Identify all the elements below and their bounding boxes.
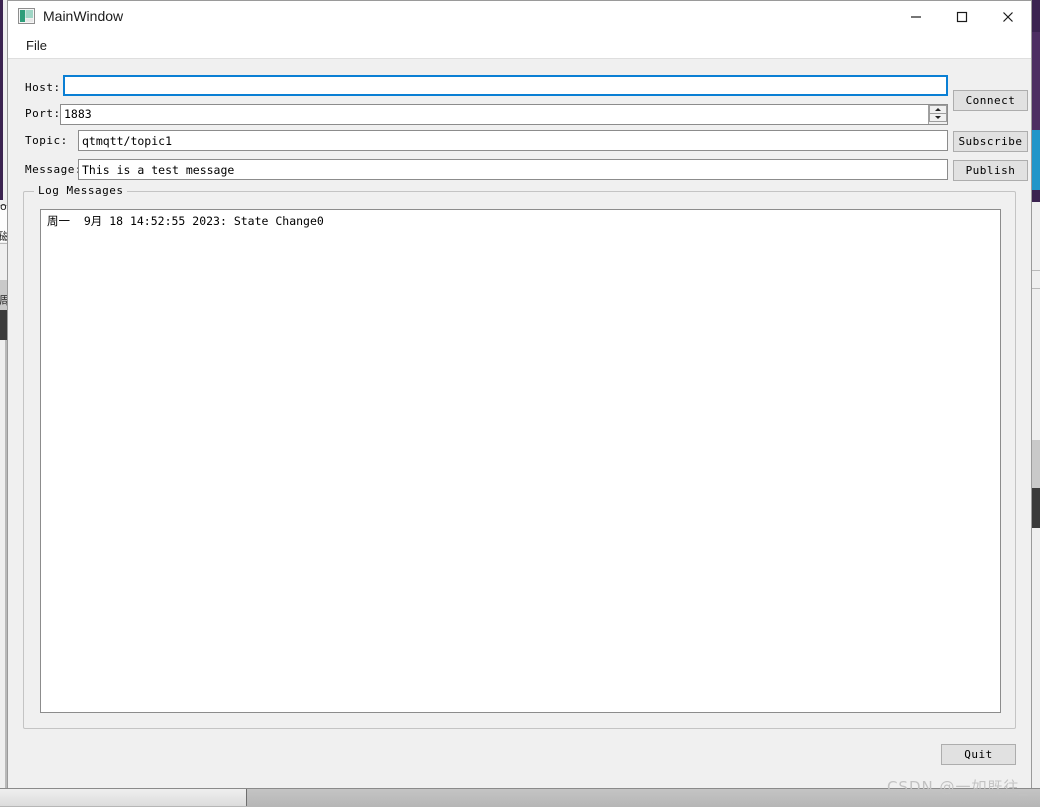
message-label: Message: (25, 163, 82, 176)
quit-button[interactable]: Quit (941, 744, 1016, 765)
background-gray-band-right (1032, 440, 1040, 488)
form-area: Host: Connect Port: Topic: Subscribe Mes… (8, 68, 1031, 789)
background-left-divider-2 (0, 243, 7, 244)
window-title: MainWindow (43, 8, 124, 24)
maximize-button[interactable] (939, 1, 985, 32)
port-input[interactable] (61, 105, 925, 124)
taskbar-left-segment (0, 789, 247, 806)
background-dark-band-right (1032, 488, 1040, 528)
spin-up-icon (935, 108, 941, 111)
title-bar: MainWindow (8, 1, 1031, 33)
background-text-fragment-top: ot (0, 200, 7, 212)
topic-label: Topic: (25, 134, 68, 147)
publish-button[interactable]: Publish (953, 160, 1028, 181)
spin-down-button[interactable] (929, 113, 947, 122)
port-spinner[interactable] (928, 105, 947, 124)
background-divider-1 (1032, 270, 1040, 271)
log-messages-group: Log Messages 周一 9月 18 14:52:55 2023: Sta… (23, 184, 1016, 729)
menu-item-file[interactable]: File (20, 36, 53, 55)
minimize-button[interactable] (893, 1, 939, 32)
desktop-wallpaper-right-dark (1032, 0, 1040, 32)
background-left-dark-band (0, 310, 7, 340)
window-image-icon (18, 8, 35, 24)
desktop-wallpaper-right-lower (1032, 190, 1040, 202)
taskbar (0, 788, 1040, 807)
message-input[interactable] (78, 159, 948, 180)
close-icon (1002, 11, 1014, 23)
background-window-right-lower (1032, 528, 1040, 790)
maximize-icon (956, 11, 968, 23)
spin-down-icon (935, 116, 941, 119)
main-window: MainWindow File Host: Connect Port: 1883… (7, 0, 1032, 790)
desktop-wallpaper-right-mid (1032, 32, 1040, 130)
background-text-fragment-mid: 磁 (0, 230, 7, 242)
log-messages-textarea[interactable]: 周一 9月 18 14:52:55 2023: State Change0 (40, 209, 1001, 713)
menu-bar: File (8, 33, 1031, 59)
desktop-wallpaper-left (0, 0, 3, 200)
close-button[interactable] (985, 1, 1031, 32)
minimize-icon (910, 11, 922, 23)
connect-button[interactable]: Connect (953, 90, 1028, 111)
host-input[interactable] (63, 75, 948, 96)
port-spinbox[interactable] (60, 104, 948, 125)
desktop-accent-blue (1032, 130, 1040, 190)
background-text-fragment-low: 周 (0, 294, 7, 306)
topic-input[interactable] (78, 130, 948, 151)
port-label: Port: (25, 107, 61, 120)
host-label: Host: (25, 81, 61, 94)
csdn-watermark: CSDN @一如既往_ (886, 778, 1028, 796)
subscribe-button[interactable]: Subscribe (953, 131, 1028, 152)
background-divider-2 (1032, 288, 1040, 289)
log-messages-text: 周一 9月 18 14:52:55 2023: State Change0 (47, 214, 324, 228)
log-messages-title: Log Messages (34, 184, 128, 197)
